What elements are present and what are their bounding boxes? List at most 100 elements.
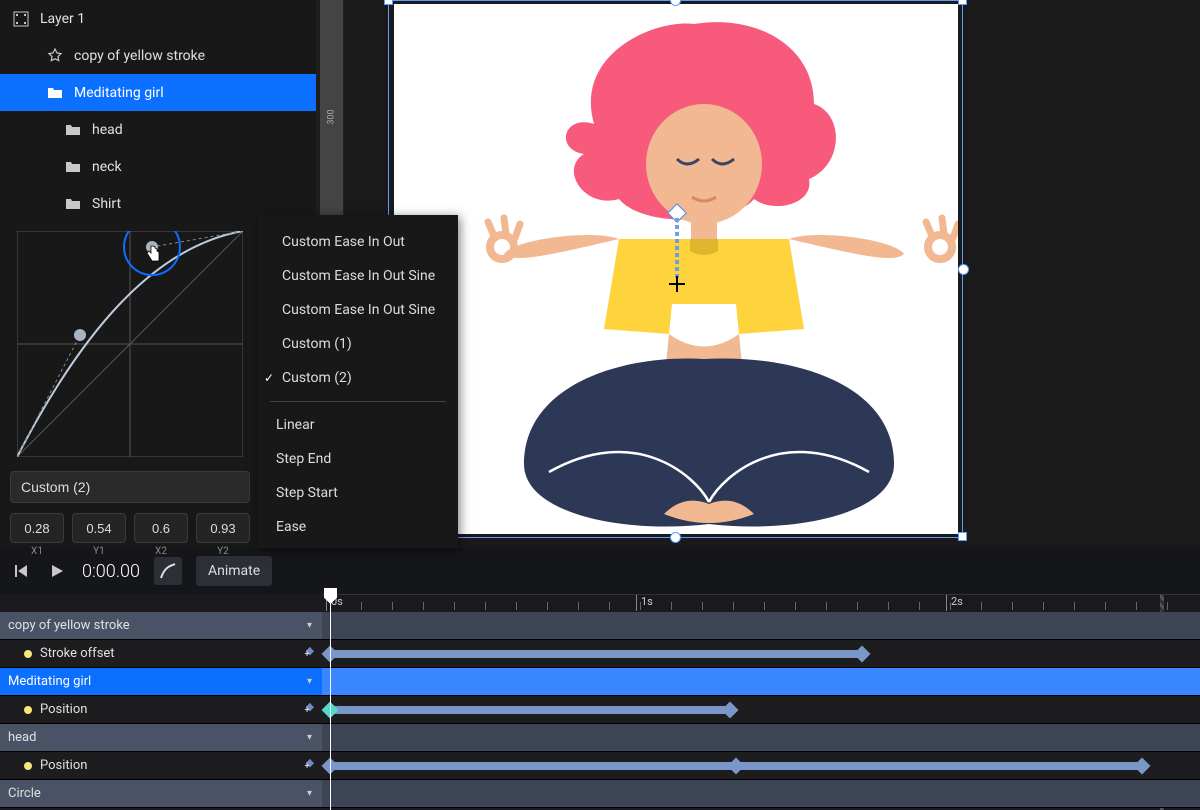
ease-menu-label: Custom Ease In Out Sine [282,302,435,318]
keyframe-diamond[interactable] [854,646,871,663]
keyframe-span[interactable] [330,650,862,658]
pivot-icon[interactable] [669,276,685,292]
track-group[interactable]: copy of yellow stroke ▾ [0,612,322,640]
playhead[interactable] [330,594,331,810]
layer-item-2[interactable]: head [0,111,316,148]
track-group[interactable]: Circle ▾ [0,780,322,808]
track-lane-selected[interactable] [322,668,1200,696]
layer-item-label: Meditating girl [74,85,164,101]
folder-icon [64,121,82,139]
keyframe-bullet-icon [24,762,32,770]
ease-menu-item[interactable]: Step End [258,442,458,476]
chevron-down-icon[interactable]: ▾ [307,788,312,799]
track-lane[interactable] [322,640,1200,668]
track-lane[interactable] [322,780,1200,808]
track-labels: copy of yellow stroke ▾ Stroke offset + Me… [0,612,322,808]
chevron-down-icon[interactable]: ▾ [307,732,312,743]
track-lane[interactable] [322,724,1200,752]
track-group[interactable]: head▾ [0,724,322,752]
layer-icon [12,10,30,28]
track-label-text: Position [40,758,87,773]
animate-button[interactable]: Animate [196,556,272,586]
ease-menu-label: Linear [276,417,314,433]
menu-separator [270,401,446,402]
chevron-down-icon[interactable]: ▾ [307,676,312,687]
track-prop[interactable]: Position + [0,696,322,724]
resize-handle-mr[interactable] [958,264,969,275]
layer-item-1[interactable]: Meditating girl [0,74,316,111]
keyframe-bullet-icon [24,650,32,658]
ease-menu-item[interactable]: Custom Ease In Out Sine [258,259,458,293]
curve-x1-label: X1 [10,546,64,557]
keyframe-diamond[interactable] [722,702,739,719]
add-keyframe-button[interactable]: + [300,703,314,717]
svg-text:+: + [304,706,309,716]
layer-item-label: neck [92,159,122,175]
star-icon [46,47,64,65]
ruler-tick: 300 [327,106,337,129]
layer-item-3[interactable]: neck [0,148,316,185]
canvas-area[interactable] [344,0,1200,548]
track-label-text: copy of yellow stroke [8,618,130,633]
ease-menu-label: Custom (2) [282,370,352,386]
ease-menu-item[interactable]: Custom Ease In Out [258,225,458,259]
layer-root[interactable]: Layer 1 [0,0,316,37]
ease-preset-menu: Custom Ease In Out Custom Ease In Out Si… [258,215,458,548]
play-button[interactable] [46,560,68,582]
ease-menu-label: Custom (1) [282,336,352,352]
ease-menu-item[interactable]: Step Start [258,476,458,510]
ease-menu-label: Ease [276,519,306,535]
timeline-panel: 0:00.00 Animate 0s 1s 2s copy of yellow … [0,548,1200,810]
chevron-down-icon[interactable]: ▾ [307,620,312,631]
layer-panel: Layer 1 copy of yellow stroke Meditating… [0,0,316,222]
keyframe-diamond[interactable] [1134,758,1151,775]
svg-text:+: + [304,762,309,772]
add-keyframe-button[interactable]: + [300,647,314,661]
curve-x1-input[interactable] [10,513,64,543]
curve-y2-input[interactable] [196,513,250,543]
curve-y1-label: Y1 [72,546,126,557]
layer-item-0[interactable]: copy of yellow stroke [0,37,316,74]
svg-text:+: + [304,650,309,660]
layer-root-label: Layer 1 [40,11,85,27]
layer-item-label: head [92,122,123,138]
ease-menu-label: Step End [276,451,331,467]
keyframe-diamond[interactable] [728,758,745,775]
track-prop[interactable]: Stroke offset + [0,640,322,668]
track-prop[interactable]: Position + [0,752,322,780]
curve-name-input[interactable] [10,471,250,503]
track-label-text: Stroke offset [40,646,115,661]
ease-menu-item[interactable]: Custom (1) [258,327,458,361]
time-mark-2: 2s [946,595,963,611]
curve-graph[interactable] [17,231,243,457]
track-lane[interactable] [322,612,1200,640]
ease-menu-item-selected[interactable]: ✓Custom (2) [258,361,458,395]
track-lane[interactable] [322,696,1200,724]
resize-handle-br[interactable] [958,532,967,541]
ease-menu-item[interactable]: Custom Ease In Out Sine [258,293,458,327]
curve-x2-input[interactable] [134,513,188,543]
keyframe-bullet-icon [24,706,32,714]
ease-menu-item[interactable]: Linear [258,408,458,442]
track-label-text: Circle [8,786,41,801]
add-keyframe-button[interactable]: + [300,759,314,773]
time-mark-1: 1s [636,595,653,611]
keyframe-span[interactable] [330,706,730,714]
resize-handle-tr[interactable] [958,0,967,5]
ease-menu-label: Custom Ease In Out [282,234,405,250]
animate-button-label: Animate [208,563,260,579]
folder-icon [64,158,82,176]
track-lane[interactable] [322,752,1200,780]
folder-icon [64,195,82,213]
ease-curve-button[interactable] [154,557,182,585]
resize-handle-tl[interactable] [384,0,393,5]
ease-menu-item[interactable]: Ease [258,510,458,544]
ease-menu-item[interactable]: Ease In [258,544,458,548]
layer-item-label: Shirt [92,196,121,212]
resize-handle-bm[interactable] [670,532,681,543]
bone-chain [675,218,679,278]
jump-start-button[interactable] [10,560,32,582]
curve-y1-input[interactable] [72,513,126,543]
track-label-text: Position [40,702,87,717]
track-group-selected[interactable]: Meditating girl▾ [0,668,322,696]
